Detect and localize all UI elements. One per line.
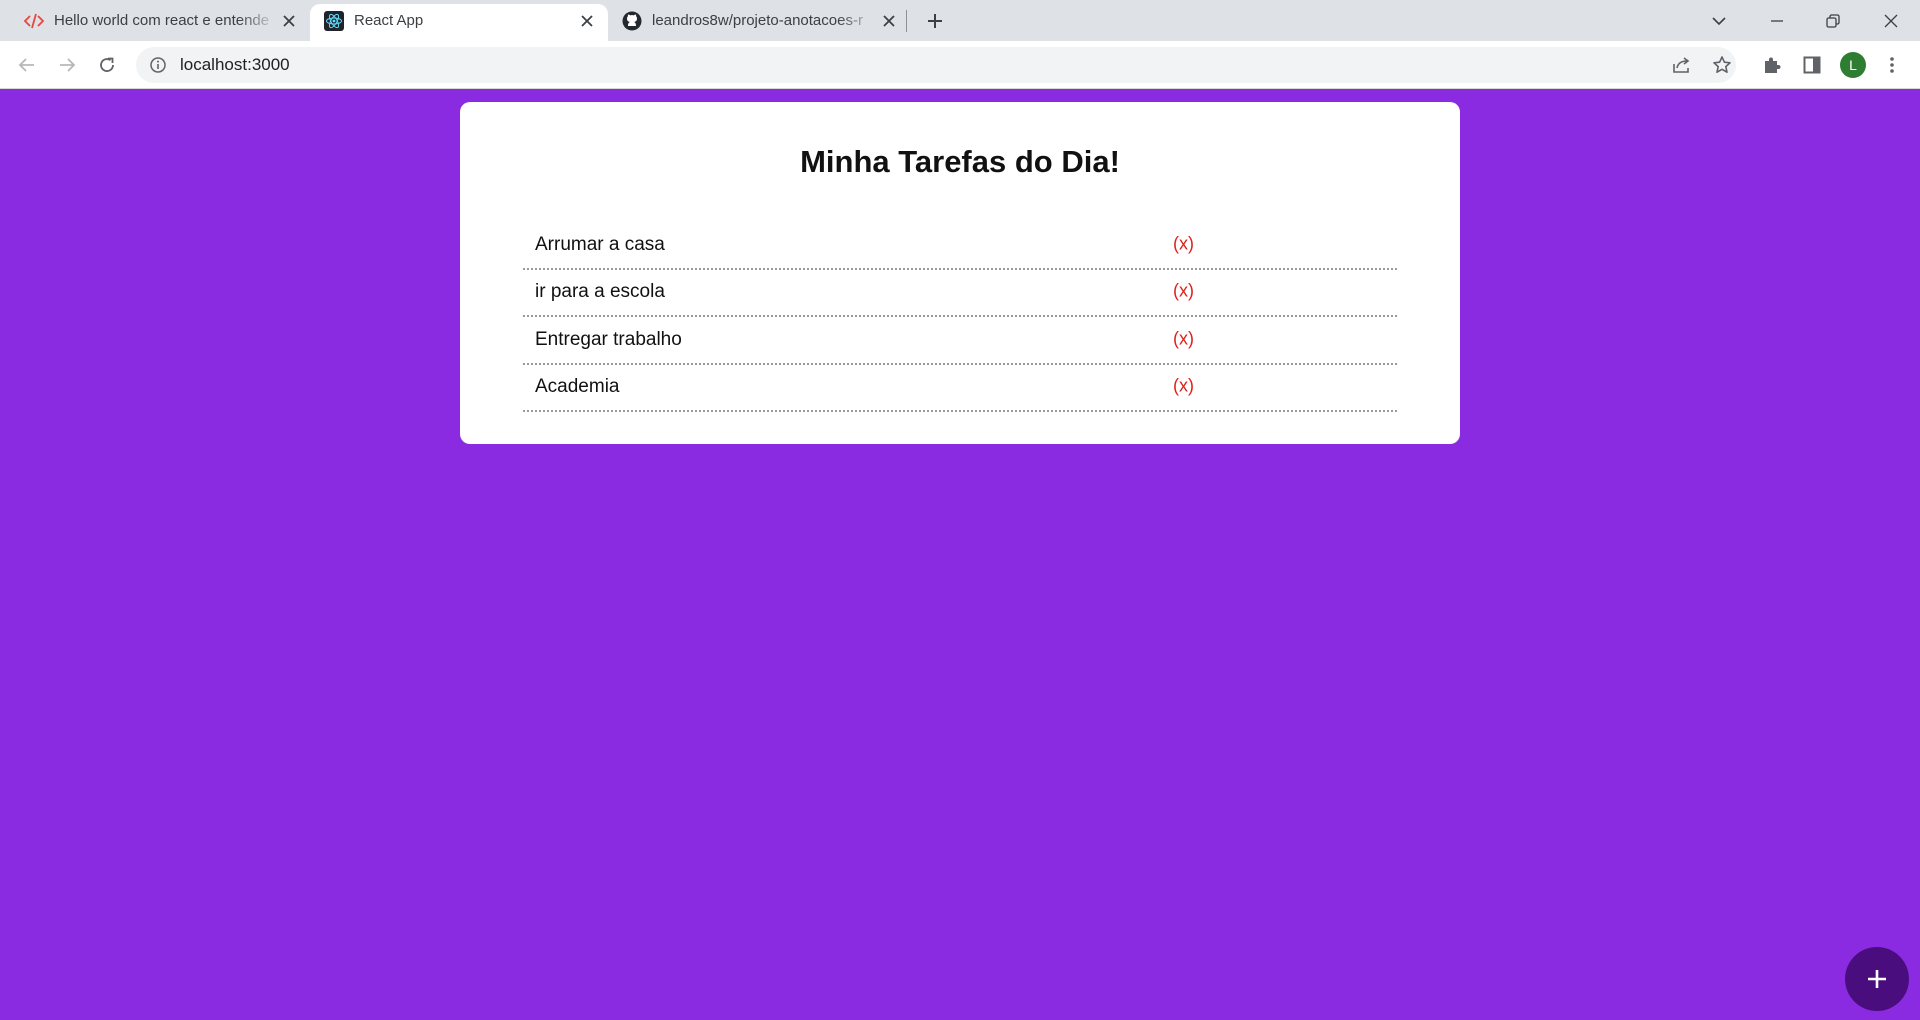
profile-avatar[interactable]: L	[1840, 52, 1866, 78]
minimize-icon	[1771, 19, 1783, 22]
restore-button[interactable]	[1810, 0, 1856, 41]
extensions-button[interactable]	[1757, 50, 1787, 80]
tab-hello-world[interactable]: Hello world com react e entende	[24, 0, 300, 41]
share-icon	[1673, 57, 1690, 73]
menu-button[interactable]	[1877, 50, 1907, 80]
side-panel-icon	[1803, 56, 1821, 74]
puzzle-icon	[1765, 57, 1781, 73]
minimize-button[interactable]	[1754, 0, 1800, 41]
task-list: Arrumar a casa (x) ir para a escola (x) …	[523, 222, 1397, 412]
remove-task-button[interactable]: (x)	[1173, 233, 1194, 254]
forward-button[interactable]	[52, 50, 82, 80]
restore-icon	[1826, 13, 1840, 28]
task-label: Academia	[535, 376, 620, 398]
add-task-button[interactable]	[1845, 947, 1909, 1011]
reload-button[interactable]	[92, 50, 122, 80]
tab-separator	[906, 10, 907, 32]
tab-strip: Hello world com react e entende React Ap…	[0, 0, 1920, 41]
side-panel-button[interactable]	[1797, 50, 1827, 80]
close-window-button[interactable]	[1868, 0, 1914, 41]
code-brackets-icon	[24, 11, 44, 31]
remove-task-button[interactable]: (x)	[1173, 328, 1194, 349]
list-item: Entregar trabalho (x)	[523, 317, 1397, 365]
tab-title: Hello world com react e entende	[54, 12, 270, 29]
remove-task-button[interactable]: (x)	[1173, 376, 1194, 397]
close-icon[interactable]	[278, 10, 300, 32]
new-tab-button[interactable]	[922, 8, 948, 34]
site-info-icon[interactable]	[148, 55, 168, 75]
kebab-menu-icon	[1890, 57, 1894, 73]
tab-title: leandros8w/projeto-anotacoes-r	[652, 12, 863, 29]
list-item: Arrumar a casa (x)	[523, 222, 1397, 270]
bookmark-button[interactable]	[1704, 47, 1740, 83]
tab-title: React App	[354, 12, 424, 29]
arrow-left-icon	[18, 58, 34, 72]
chevron-down-icon	[1712, 16, 1726, 25]
remove-task-button[interactable]: (x)	[1173, 281, 1194, 302]
close-icon[interactable]	[878, 10, 900, 32]
address-bar[interactable]: localhost:3000	[136, 47, 1736, 83]
plus-icon	[928, 14, 942, 28]
plus-icon	[1868, 970, 1886, 988]
task-label: Arrumar a casa	[535, 233, 665, 255]
back-button[interactable]	[12, 50, 42, 80]
reload-icon	[100, 57, 114, 72]
github-icon	[622, 11, 642, 31]
list-item: ir para a escola (x)	[523, 270, 1397, 317]
star-icon	[1713, 56, 1731, 73]
list-item: Academia (x)	[523, 365, 1397, 412]
arrow-right-icon	[60, 58, 76, 72]
tab-github[interactable]: leandros8w/projeto-anotacoes-r	[622, 0, 900, 41]
tab-react-app[interactable]: React App	[310, 0, 608, 41]
address-url[interactable]: localhost:3000	[180, 55, 290, 75]
close-icon[interactable]	[576, 10, 598, 32]
task-card: Minha Tarefas do Dia! Arrumar a casa (x)…	[460, 102, 1460, 444]
tab-search-button[interactable]	[1696, 0, 1742, 41]
close-icon	[1884, 14, 1898, 27]
browser-toolbar: localhost:3000	[0, 41, 1920, 89]
task-label: Entregar trabalho	[535, 328, 682, 350]
task-label: ir para a escola	[535, 281, 665, 303]
react-logo-icon	[324, 10, 344, 31]
share-button[interactable]	[1664, 47, 1700, 83]
page-title: Minha Tarefas do Dia!	[800, 144, 1120, 179]
